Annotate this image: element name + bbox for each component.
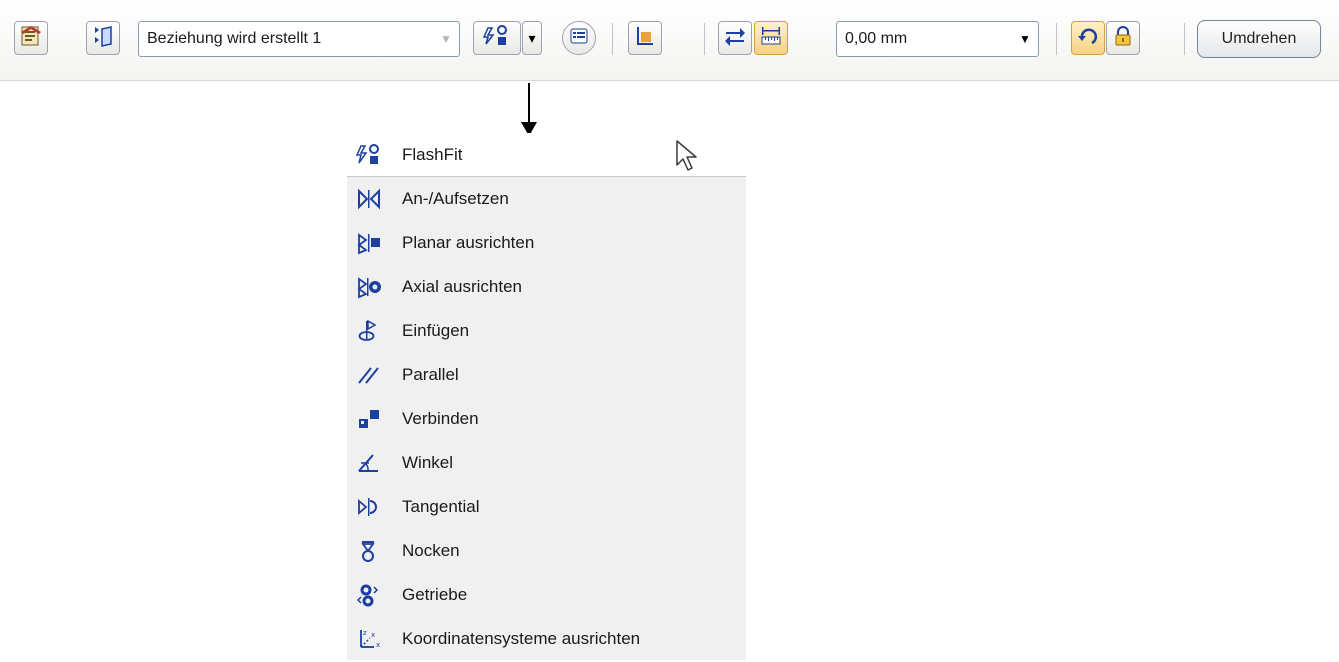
relationship-name-value: Beziehung wird erstellt 1	[147, 30, 322, 47]
toolbar-separator	[1056, 23, 1057, 55]
options-button[interactable]	[562, 21, 596, 55]
coordinate-system-icon: x x z	[356, 626, 382, 652]
menu-item-axial-align[interactable]: Axial ausrichten	[347, 265, 746, 309]
swap-button[interactable]	[718, 21, 752, 55]
svg-text:z: z	[363, 629, 367, 637]
mouse-cursor-icon	[675, 139, 701, 178]
menu-item-label: Winkel	[402, 453, 454, 472]
flashfit-icon	[356, 142, 382, 168]
options-icon	[568, 25, 590, 52]
select-parts-button[interactable]	[86, 21, 120, 55]
cam-icon	[356, 538, 382, 564]
tangent-icon	[356, 494, 382, 520]
toolbar-separator	[1184, 23, 1185, 55]
menu-item-planar-align[interactable]: Planar ausrichten	[347, 221, 746, 265]
menu-item-angle[interactable]: Winkel	[347, 441, 746, 485]
menu-item-label: Tangential	[402, 497, 480, 516]
menu-item-label: Einfügen	[402, 321, 470, 340]
angle-icon	[356, 450, 382, 476]
svg-text:x: x	[376, 641, 380, 649]
menu-item-gear[interactable]: Getriebe	[347, 573, 746, 617]
insert-icon	[356, 318, 382, 344]
swap-arrows-icon	[723, 24, 747, 53]
properties-icon	[19, 24, 43, 53]
properties-button[interactable]	[14, 21, 48, 55]
annotation-arrow-line	[528, 83, 530, 125]
menu-item-parallel[interactable]: Parallel	[347, 353, 746, 397]
menu-item-connect[interactable]: Verbinden	[347, 397, 746, 441]
offset-value: 0,00 mm	[845, 30, 908, 47]
menu-item-label: Parallel	[402, 365, 459, 384]
gear-icon	[356, 582, 382, 608]
parts-icon	[91, 24, 115, 53]
menu-item-mate[interactable]: An-/Aufsetzen	[347, 177, 746, 221]
menu-item-label: Koordinatensysteme ausrichten	[402, 629, 641, 648]
chevron-down-icon[interactable]: ▼	[433, 32, 459, 46]
offset-value-combo[interactable]: 0,00 mm ▼	[836, 21, 1039, 57]
toolbar-separator	[612, 23, 613, 55]
lock-icon	[1111, 24, 1135, 53]
menu-item-insert[interactable]: Einfügen	[347, 309, 746, 353]
menu-item-label: Nocken	[402, 541, 460, 560]
fixed-button[interactable]	[628, 21, 662, 55]
flag-icon	[633, 24, 657, 53]
menu-item-label: Axial ausrichten	[402, 277, 523, 296]
menu-item-coordinate-systems[interactable]: x x z Koordinatensysteme ausrichten	[347, 617, 746, 661]
mate-icon	[356, 186, 382, 212]
menu-item-label: Verbinden	[402, 409, 479, 428]
connect-icon	[356, 406, 382, 432]
chevron-down-icon[interactable]: ▼	[1012, 32, 1038, 46]
planar-align-icon	[356, 230, 382, 256]
svg-text:x: x	[371, 631, 375, 639]
relationship-type-dropdown[interactable]: ▾	[522, 21, 542, 55]
rotate-button[interactable]	[1071, 21, 1105, 55]
menu-item-label: Getriebe	[402, 585, 468, 604]
flashfit-icon	[482, 24, 512, 53]
menu-item-cam[interactable]: Nocken	[347, 529, 746, 573]
rotate-icon	[1076, 24, 1100, 53]
offset-type-button[interactable]	[754, 21, 788, 55]
relationship-type-menu: FlashFit An-/Aufsetzen Planar ausrichten	[347, 133, 746, 660]
menu-item-label: An-/Aufsetzen	[402, 189, 509, 208]
menu-item-tangent[interactable]: Tangential	[347, 485, 746, 529]
toolbar-separator	[704, 23, 705, 55]
relationship-name-combo[interactable]: Beziehung wird erstellt 1 ▼	[138, 21, 460, 57]
relationship-type-button[interactable]	[473, 21, 521, 55]
menu-item-label: FlashFit	[402, 144, 463, 164]
lock-button[interactable]	[1106, 21, 1140, 55]
parallel-icon	[356, 362, 382, 388]
flip-button[interactable]: Umdrehen	[1197, 20, 1321, 58]
measure-icon	[759, 24, 783, 53]
toolbar: Beziehung wird erstellt 1 ▼ ▾ 0,00 mm ▼ …	[0, 0, 1339, 81]
menu-item-label: Planar ausrichten	[402, 233, 535, 252]
axial-align-icon	[356, 274, 382, 300]
chevron-down-icon: ▾	[528, 29, 536, 46]
